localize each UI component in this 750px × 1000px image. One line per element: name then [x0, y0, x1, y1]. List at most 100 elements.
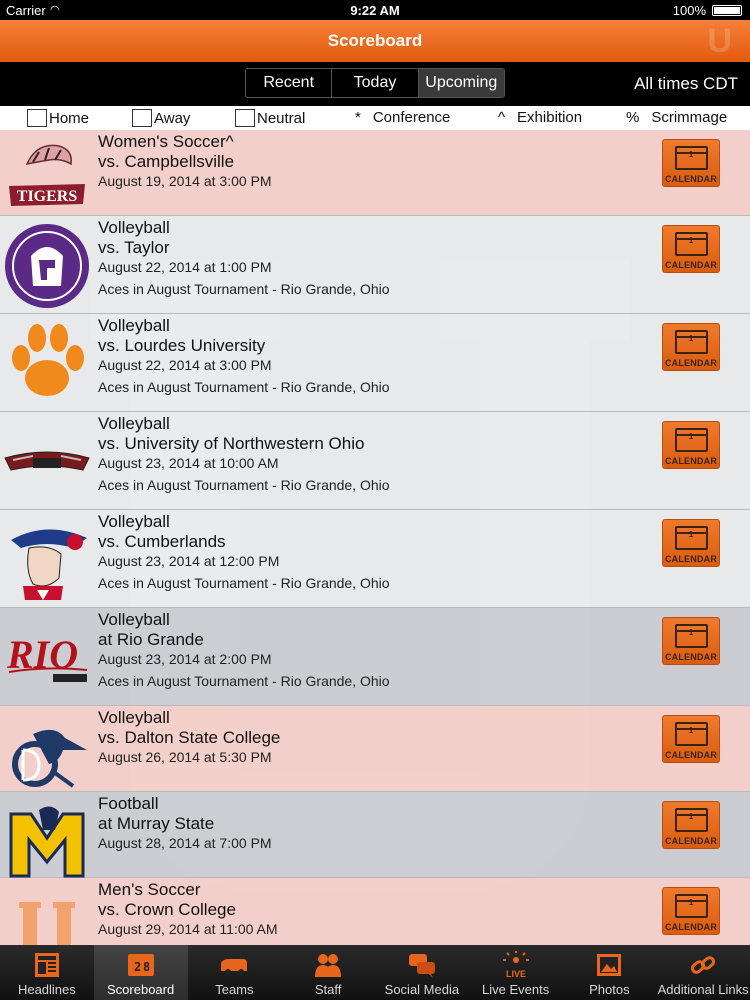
- event-sport: Volleyball: [98, 316, 170, 335]
- rio-logo: RIO: [6, 632, 88, 682]
- tab-label: Headlines: [17, 982, 76, 997]
- event-opponent: vs. University of Northwestern Ohio: [98, 434, 365, 453]
- event-date: August 29, 2014 at 11:00 AM: [98, 921, 278, 937]
- event-date: August 23, 2014 at 2:00 PM: [98, 651, 272, 667]
- title-bar: Scoreboard U: [0, 20, 750, 62]
- calendar-label: CALENDAR: [664, 836, 718, 846]
- calendar-day: 1: [688, 150, 694, 159]
- segment-recent[interactable]: Recent: [246, 69, 333, 97]
- legend-label: Exhibition: [517, 109, 583, 126]
- tab-headlines[interactable]: Headlines: [0, 945, 94, 1000]
- legend-symbol: ^: [498, 109, 506, 126]
- event-opponent: vs. Lourdes University: [98, 336, 266, 355]
- murray-state-logo: [9, 806, 85, 878]
- calendar-day: 1: [688, 812, 694, 821]
- event-row[interactable]: Volleyball vs. Dalton State College Augu…: [0, 706, 750, 792]
- event-info: Volleyball vs. Lourdes University August…: [98, 316, 390, 397]
- event-opponent: at Rio Grande: [98, 630, 204, 649]
- calendar-day: 1: [688, 726, 694, 735]
- trojan-logo: [5, 224, 89, 308]
- status-bar: Carrier ◠ 9:22 AM 100%: [0, 0, 750, 20]
- legend-label: Scrimmage: [651, 109, 728, 126]
- tab-teams[interactable]: Teams: [188, 945, 282, 1000]
- calendar-label: CALENDAR: [664, 750, 718, 760]
- tab-label: Teams: [215, 982, 254, 997]
- tab-label: Scoreboard: [107, 982, 175, 997]
- event-row[interactable]: Volleyball vs. Lourdes University August…: [0, 314, 750, 412]
- neutral-label: Neutral: [257, 109, 306, 127]
- event-sport: Women's Soccer^: [98, 132, 234, 151]
- add-to-calendar-button[interactable]: 1 CALENDAR: [662, 715, 720, 763]
- svg-text:2: 2: [134, 960, 141, 974]
- legend-exhibition: ^ Exhibition: [498, 109, 582, 126]
- segment-today[interactable]: Today: [332, 69, 419, 97]
- u-logo: [19, 902, 75, 945]
- event-info: Football at Murray State August 28, 2014…: [98, 794, 272, 853]
- tab-photos[interactable]: Photos: [563, 945, 657, 1000]
- filter-neutral[interactable]: Neutral: [235, 109, 305, 127]
- home-checkbox[interactable]: [27, 109, 47, 127]
- event-opponent: vs. Crown College: [98, 900, 236, 919]
- filter-away[interactable]: Away: [132, 109, 190, 127]
- scoreboard-icon: 2 8: [127, 954, 154, 976]
- event-row[interactable]: Volleyball vs. Cumberlands August 23, 20…: [0, 510, 750, 608]
- live-icon: LIVE: [502, 951, 529, 979]
- svg-text:8: 8: [143, 960, 150, 974]
- tab-label: Social Media: [384, 982, 460, 997]
- event-date: August 26, 2014 at 5:30 PM: [98, 749, 272, 765]
- event-info: Women's Soccer^ vs. Campbellsville Augus…: [98, 132, 272, 191]
- calendar-label: CALENDAR: [664, 174, 718, 184]
- event-date: August 22, 2014 at 3:00 PM: [98, 357, 272, 373]
- event-opponent: vs. Cumberlands: [98, 532, 226, 551]
- svg-text:TIGERS: TIGERS: [17, 188, 78, 205]
- event-row[interactable]: RIO Volleyball at Rio Grande August 23, …: [0, 608, 750, 706]
- add-to-calendar-button[interactable]: 1 CALENDAR: [662, 887, 720, 935]
- svg-text:LIVE: LIVE: [506, 969, 526, 979]
- chat-bubbles-icon: [408, 954, 435, 978]
- home-label: Home: [49, 109, 90, 127]
- calendar-label: CALENDAR: [664, 652, 718, 662]
- calendar-day: 1: [688, 432, 694, 441]
- tab-social-media[interactable]: Social Media: [375, 945, 469, 1000]
- event-sport: Men's Soccer: [98, 880, 201, 899]
- event-sport: Volleyball: [98, 610, 170, 629]
- team-bus-icon: [221, 959, 248, 975]
- event-row[interactable]: Men's Soccer vs. Crown College August 29…: [0, 878, 750, 945]
- add-to-calendar-button[interactable]: 1 CALENDAR: [662, 421, 720, 469]
- event-opponent: at Murray State: [98, 814, 215, 833]
- event-date: August 23, 2014 at 12:00 PM: [98, 553, 280, 569]
- event-row[interactable]: Volleyball vs. University of Northwester…: [0, 412, 750, 510]
- event-list[interactable]: TIGERS Women's Soccer^ vs. Campbellsvill…: [0, 130, 750, 945]
- add-to-calendar-button[interactable]: 1 CALENDAR: [662, 225, 720, 273]
- newspaper-icon: [34, 953, 59, 977]
- legend-label: Conference: [372, 109, 451, 126]
- tab-staff[interactable]: Staff: [281, 945, 375, 1000]
- tab-scoreboard[interactable]: 2 8 Scoreboard: [93, 945, 188, 1000]
- add-to-calendar-button[interactable]: 1 CALENDAR: [662, 617, 720, 665]
- photo-icon: [597, 954, 622, 976]
- calendar-label: CALENDAR: [664, 554, 718, 564]
- add-to-calendar-button[interactable]: 1 CALENDAR: [662, 519, 720, 567]
- add-to-calendar-button[interactable]: 1 CALENDAR: [662, 323, 720, 371]
- link-icon: [691, 956, 716, 974]
- add-to-calendar-button[interactable]: 1 CALENDAR: [662, 139, 720, 187]
- tab-live-events[interactable]: LIVE Live Events: [469, 945, 563, 1000]
- add-to-calendar-button[interactable]: 1 CALENDAR: [662, 801, 720, 849]
- people-icon: [315, 954, 342, 977]
- event-info: Volleyball vs. Dalton State College Augu…: [98, 708, 280, 767]
- event-tournament: Aces in August Tournament - Rio Grande, …: [98, 477, 390, 493]
- event-info: Volleyball vs. Cumberlands August 23, 20…: [98, 512, 390, 593]
- event-row[interactable]: Football at Murray State August 28, 2014…: [0, 792, 750, 878]
- event-tournament: Aces in August Tournament - Rio Grande, …: [98, 281, 390, 297]
- event-sport: Football: [98, 794, 159, 813]
- event-row[interactable]: TIGERS Women's Soccer^ vs. Campbellsvill…: [0, 130, 750, 216]
- filter-home[interactable]: Home: [27, 109, 89, 127]
- segment-upcoming[interactable]: Upcoming: [418, 69, 504, 97]
- tab-additional-links[interactable]: Additional Links: [656, 945, 750, 1000]
- dc-roadrunner-logo: [12, 729, 87, 788]
- away-checkbox[interactable]: [132, 109, 152, 127]
- u-logo-icon: U: [707, 22, 732, 60]
- away-label: Away: [154, 109, 191, 127]
- event-row[interactable]: Volleyball vs. Taylor August 22, 2014 at…: [0, 216, 750, 314]
- neutral-checkbox[interactable]: [235, 109, 255, 127]
